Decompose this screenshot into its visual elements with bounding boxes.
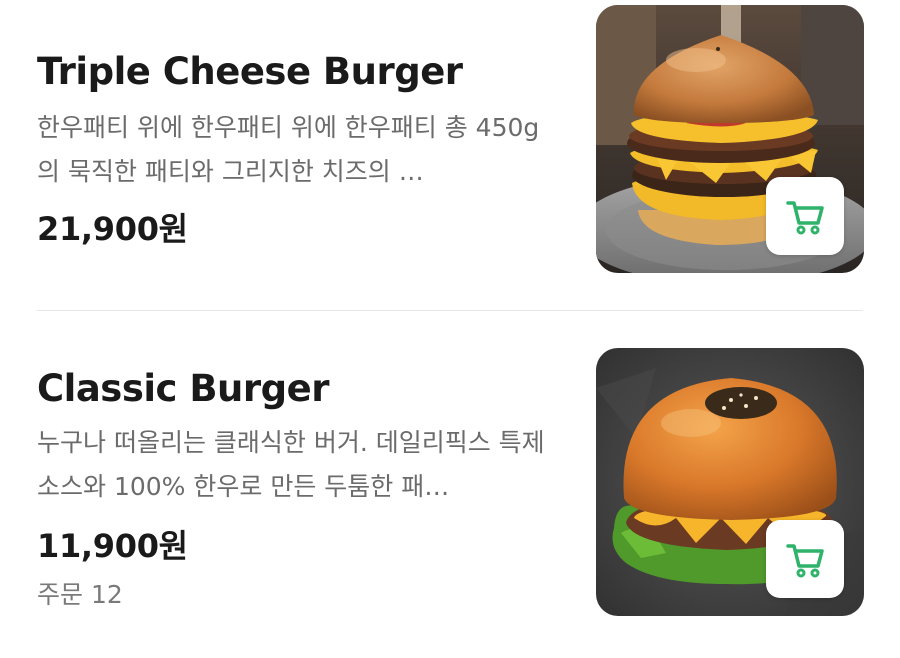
item-description: 한우패티 위에 한우패티 위에 한우패티 총 450g의 묵직한 패티와 그리지… bbox=[37, 113, 540, 186]
add-to-cart-button[interactable] bbox=[766, 177, 844, 255]
menu-item-classic-burger[interactable]: Classic Burger 누구나 떠올리는 클래식한 버거. 데일리픽스 특… bbox=[0, 311, 900, 658]
order-count: 주문 12 bbox=[37, 580, 123, 609]
add-to-cart-button[interactable] bbox=[766, 520, 844, 598]
menu-item-triple-cheese-burger[interactable]: Triple Cheese Burger 한우패티 위에 한우패티 위에 한우패… bbox=[0, 0, 900, 310]
cart-icon bbox=[786, 544, 824, 578]
item-image[interactable] bbox=[596, 5, 864, 273]
item-description: 누구나 떠올리는 클래식한 버거. 데일리픽스 특제 소스와 100% 한우로 … bbox=[37, 428, 545, 501]
item-name[interactable]: Triple Cheese Burger bbox=[37, 50, 463, 93]
item-price: 21,900원 bbox=[37, 210, 188, 248]
cart-icon bbox=[786, 201, 824, 235]
item-name[interactable]: Classic Burger bbox=[37, 367, 329, 410]
menu-list: Triple Cheese Burger 한우패티 위에 한우패티 위에 한우패… bbox=[0, 0, 900, 658]
item-image[interactable] bbox=[596, 348, 864, 616]
item-price: 11,900원 bbox=[37, 527, 188, 565]
